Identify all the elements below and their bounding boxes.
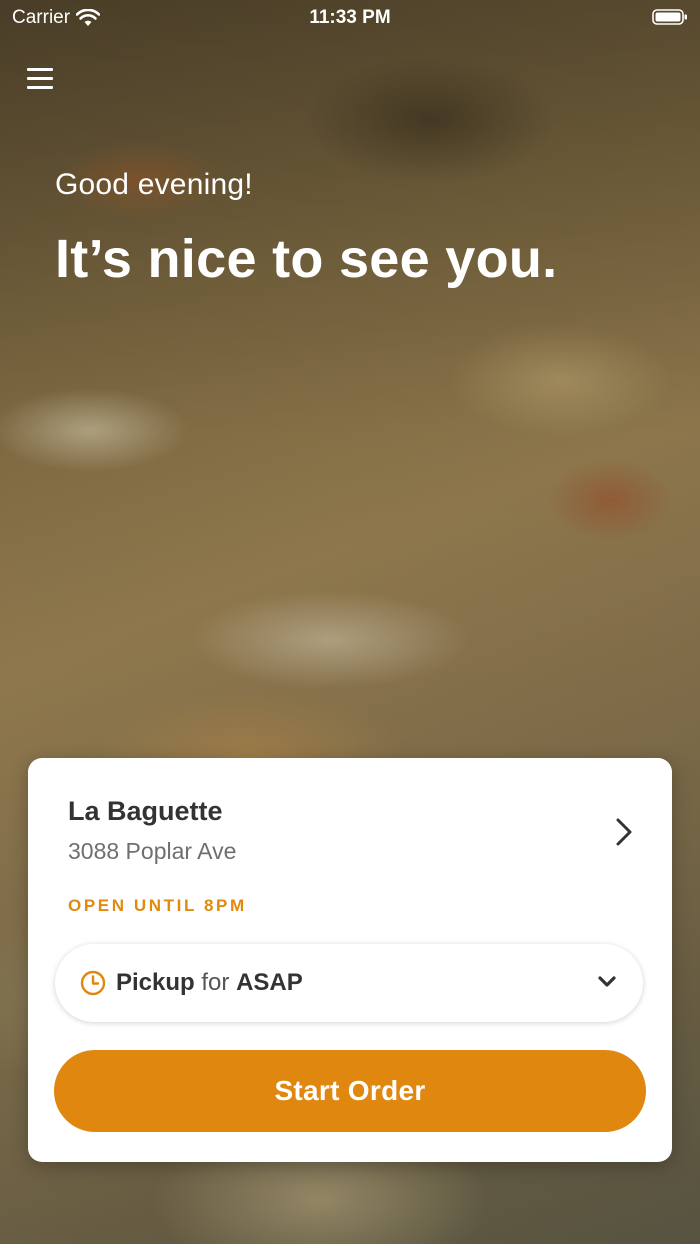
hamburger-menu-icon[interactable] bbox=[26, 66, 56, 92]
welcome-headline: It’s nice to see you. bbox=[55, 229, 558, 289]
open-status-label: OPEN UNTIL 8PM bbox=[68, 896, 247, 915]
pickup-summary: Pickup for ASAP bbox=[116, 969, 303, 997]
chevron-right-icon[interactable] bbox=[614, 816, 634, 848]
status-bar: Carrier 11:33 PM bbox=[0, 0, 700, 36]
chevron-down-icon bbox=[598, 976, 616, 987]
battery-icon bbox=[652, 9, 687, 25]
status-time: 11:33 PM bbox=[309, 7, 391, 28]
greeting-text: Good evening! bbox=[55, 168, 253, 201]
pickup-time: ASAP bbox=[236, 969, 303, 996]
store-card: La Baguette 3088 Poplar Ave OPEN UNTIL 8… bbox=[28, 758, 672, 1162]
home-screen: Carrier 11:33 PM Good evening! It’s nice… bbox=[0, 0, 700, 1244]
start-order-button[interactable]: Start Order bbox=[54, 1050, 646, 1132]
pickup-connector: for bbox=[201, 969, 230, 996]
pickup-time-selector[interactable]: Pickup for ASAP bbox=[55, 944, 643, 1022]
store-name[interactable]: La Baguette bbox=[68, 796, 223, 827]
pickup-mode: Pickup bbox=[116, 969, 195, 996]
store-address[interactable]: 3088 Poplar Ave bbox=[68, 838, 236, 865]
clock-icon bbox=[80, 970, 106, 996]
